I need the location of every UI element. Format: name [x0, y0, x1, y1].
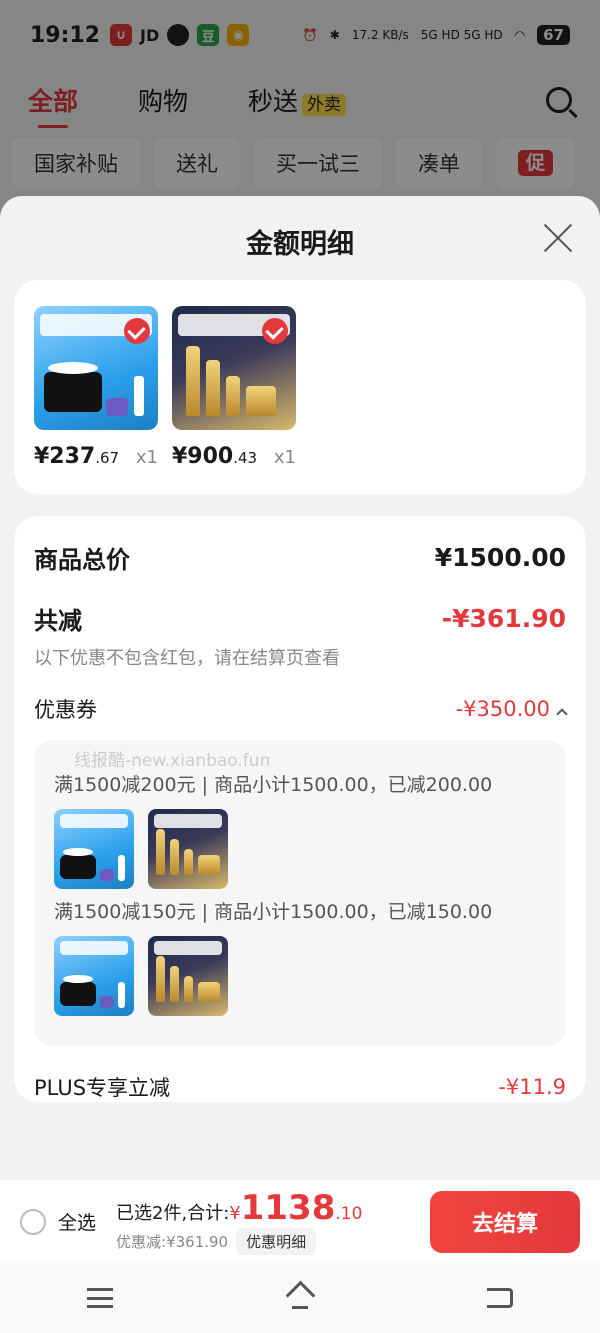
- mini-product-kiehls: [54, 936, 134, 1016]
- select-all-label[interactable]: 全选: [58, 1208, 96, 1235]
- eye-cream-jar: [106, 398, 128, 416]
- product-price: ¥237.67: [34, 444, 119, 469]
- back-icon[interactable]: [487, 1288, 513, 1308]
- gold-sample-set: [198, 982, 220, 1002]
- eye-cream-jar: [100, 869, 114, 881]
- coupon-label: 优惠券: [34, 698, 97, 722]
- gold-bottle: [206, 360, 220, 416]
- total-label: 商品总价: [34, 546, 130, 574]
- menu-icon[interactable]: [87, 1288, 113, 1308]
- total-line: 已选2件,合计: ¥ 1138 .10: [116, 1188, 362, 1228]
- mini-product-kiehls: [54, 809, 134, 889]
- discount-text: 优惠减:¥361.90: [116, 1233, 229, 1251]
- gold-bottle: [186, 346, 200, 416]
- reduce-row: 共减 -¥361.90: [34, 601, 566, 636]
- price-int: ¥900: [172, 444, 234, 469]
- mini-product-guerlain: [148, 809, 228, 889]
- cream-jar: [60, 848, 96, 879]
- cream-jar: [44, 362, 102, 412]
- product-banner: [154, 814, 222, 828]
- plus-label: PLUS专享立减: [34, 1076, 171, 1100]
- select-all-radio[interactable]: [20, 1208, 46, 1235]
- home-icon[interactable]: [287, 1287, 313, 1309]
- coupon-line: 满1500减200元 | 商品小计1500.00，已减200.00: [54, 774, 493, 796]
- gold-sample-set: [198, 855, 220, 875]
- watermark: 线报酷-new.xianbao.fun: [74, 751, 271, 771]
- close-icon[interactable]: [542, 222, 574, 254]
- gold-bottle: [170, 839, 179, 875]
- product-banner: [60, 941, 128, 955]
- total-decimals: .10: [335, 1204, 363, 1224]
- chevron-up-icon: [556, 708, 568, 720]
- coupon-line: 满1500减150元 | 商品小计1500.00，已减150.00: [54, 901, 493, 923]
- selected-check-icon: [124, 318, 150, 344]
- product-qty: x1: [273, 447, 296, 468]
- mini-product-guerlain: [148, 936, 228, 1016]
- gold-bottle: [156, 829, 165, 875]
- coupon-value: -¥350.00: [455, 697, 550, 721]
- gold-bottle: [184, 976, 193, 1002]
- checkout-bar: 全选 已选2件,合计: ¥ 1138 .10 优惠减:¥361.90 优惠明细 …: [0, 1180, 600, 1263]
- price-int: ¥237: [34, 444, 96, 469]
- product-banner: [60, 814, 128, 828]
- selected-prefix: 已选2件,合计:: [116, 1203, 230, 1224]
- serum-bottle: [134, 376, 144, 416]
- price-dec: .43: [233, 449, 258, 467]
- coupon-box: 线报酷-new.xianbao.fun 满1500减200元 | 商品小计150…: [34, 740, 566, 1046]
- sheet-title: 金额明细: [246, 229, 354, 260]
- discount-line: 优惠减:¥361.90 优惠明细: [116, 1228, 362, 1255]
- serum-bottle: [118, 982, 125, 1008]
- coupon-products: [54, 809, 546, 889]
- selected-check-icon: [262, 318, 288, 344]
- order-summary: 已选2件,合计: ¥ 1138 .10 优惠减:¥361.90 优惠明细: [116, 1188, 362, 1255]
- system-nav-bar: [0, 1263, 600, 1333]
- total-row: 商品总价 ¥1500.00: [34, 540, 566, 575]
- product-item[interactable]: ¥237.67 x1: [34, 306, 158, 469]
- coupon-products: [54, 936, 546, 1016]
- price-dec: .67: [95, 449, 120, 467]
- total-value: ¥1500.00: [434, 543, 566, 572]
- currency-symbol: ¥: [229, 1203, 241, 1224]
- reduce-value: -¥361.90: [441, 604, 566, 633]
- gold-bottle: [170, 966, 179, 1002]
- product-meta: ¥237.67 x1: [34, 444, 158, 469]
- gold-bottle: [184, 849, 193, 875]
- product-image-kiehls: [34, 306, 158, 430]
- total-amount: 1138: [240, 1188, 336, 1228]
- coupon-value-wrap: -¥350.00: [455, 697, 568, 721]
- amount-detail-sheet: 金额明细 ¥237.67 x1 ¥900.43 x1 商品总价 ¥1500.00…: [0, 196, 600, 1333]
- product-qty: x1: [135, 447, 158, 468]
- discount-detail-button[interactable]: 优惠明细: [236, 1228, 317, 1255]
- gold-bottle: [226, 376, 240, 416]
- coupon-row[interactable]: 优惠券 -¥350.00: [34, 694, 568, 724]
- cream-jar: [60, 975, 96, 1006]
- gold-sample-set: [246, 386, 276, 416]
- product-meta: ¥900.43 x1: [172, 444, 296, 469]
- plus-value: -¥11.9: [498, 1075, 566, 1099]
- product-item[interactable]: ¥900.43 x1: [172, 306, 296, 469]
- products-card: ¥237.67 x1 ¥900.43 x1: [14, 280, 586, 494]
- gold-bottle: [156, 956, 165, 1002]
- reduce-note: 以下优惠不包含红包，请在结算页查看: [34, 648, 340, 669]
- reduce-label: 共减: [34, 607, 82, 635]
- checkout-button[interactable]: 去结算: [430, 1190, 580, 1253]
- product-image-guerlain: [172, 306, 296, 430]
- eye-cream-jar: [100, 996, 114, 1008]
- product-banner: [154, 941, 222, 955]
- plus-row: PLUS专享立减 -¥11.9: [34, 1072, 566, 1102]
- product-price: ¥900.43: [172, 444, 257, 469]
- detail-card: 商品总价 ¥1500.00 共减 -¥361.90 以下优惠不包含红包，请在结算…: [14, 516, 586, 1102]
- serum-bottle: [118, 855, 125, 881]
